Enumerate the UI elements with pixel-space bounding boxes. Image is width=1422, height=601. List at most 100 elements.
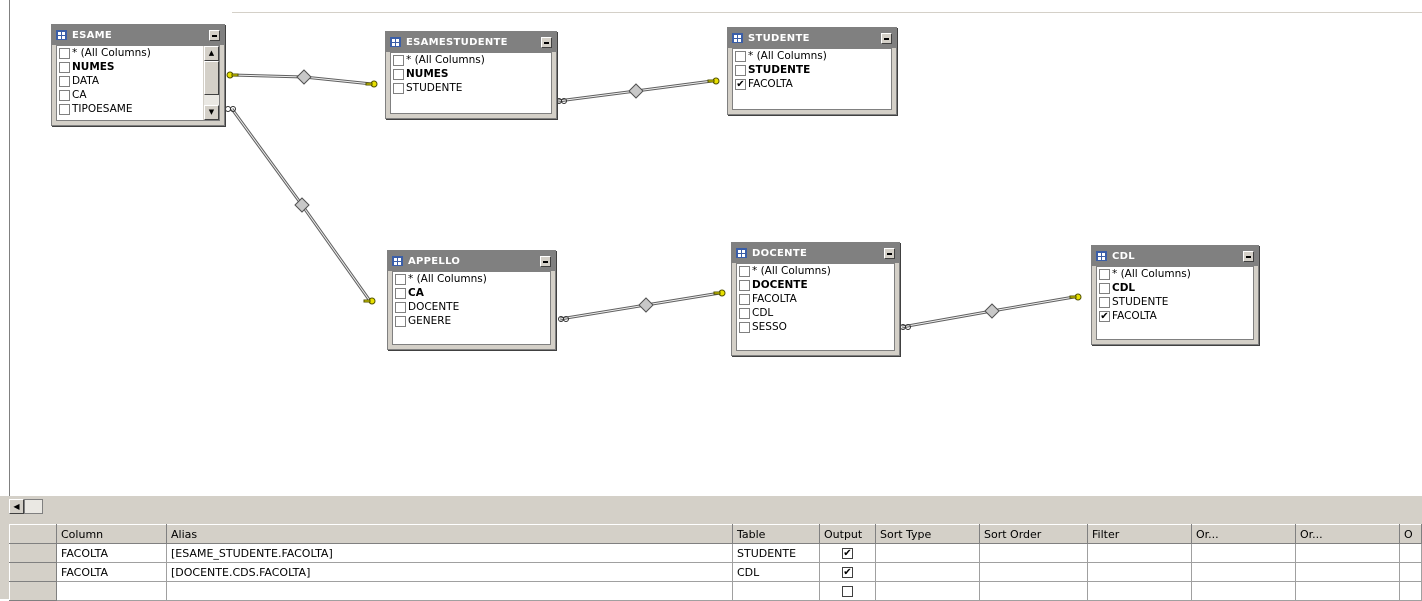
- cell-sort-type[interactable]: [875, 543, 980, 563]
- column-row[interactable]: CDL: [737, 306, 894, 320]
- column-row[interactable]: DOCENTE: [393, 300, 550, 314]
- cell-table[interactable]: CDL: [732, 562, 820, 582]
- column-row[interactable]: * (All Columns): [393, 272, 550, 286]
- cell-column[interactable]: FACOLTA: [56, 543, 167, 563]
- horizontal-scrollbar[interactable]: ◀: [9, 499, 43, 514]
- column-row[interactable]: ✔ FACOLTA: [1097, 309, 1253, 323]
- column-checkbox[interactable]: [393, 82, 404, 94]
- table-title-bar[interactable]: DOCENTE: [732, 243, 899, 263]
- column-list[interactable]: * (All Columns) STUDENTE ✔ FACOLTA: [732, 48, 892, 110]
- scroll-up-icon[interactable]: ▲: [204, 46, 219, 61]
- cell-or-3[interactable]: [1399, 543, 1422, 563]
- cell-table[interactable]: STUDENTE: [732, 543, 820, 563]
- column-row[interactable]: CDL: [1097, 281, 1253, 295]
- column-header-or-3[interactable]: O: [1399, 524, 1422, 544]
- column-row[interactable]: * (All Columns): [733, 49, 891, 63]
- column-checkbox[interactable]: [1099, 268, 1110, 280]
- column-header-output[interactable]: Output: [819, 524, 876, 544]
- cell-or-1[interactable]: [1191, 562, 1296, 582]
- table-cdl[interactable]: CDL * (All Columns) CDL STUDENTE ✔ FACOLTA: [1091, 245, 1259, 345]
- column-header-or-1[interactable]: Or...: [1191, 524, 1296, 544]
- table-title-bar[interactable]: APPELLO: [388, 251, 555, 271]
- cell-or-2[interactable]: [1295, 562, 1400, 582]
- column-row[interactable]: DOCENTE: [737, 278, 894, 292]
- column-row[interactable]: STUDENTE: [733, 63, 891, 77]
- cell-output[interactable]: [819, 581, 876, 601]
- cell-filter[interactable]: [1087, 562, 1192, 582]
- column-row[interactable]: SESSO: [737, 320, 894, 334]
- column-header-alias[interactable]: Alias: [166, 524, 733, 544]
- cell-alias[interactable]: [ESAME_STUDENTE.FACOLTA]: [166, 543, 733, 563]
- table-title-bar[interactable]: ESAME: [52, 25, 224, 45]
- table-appello[interactable]: APPELLO * (All Columns) CA DOCENTE GENERE: [387, 250, 556, 350]
- column-list[interactable]: * (All Columns) CDL STUDENTE ✔ FACOLTA: [1096, 266, 1254, 340]
- minimize-button[interactable]: [884, 247, 895, 259]
- row-selector[interactable]: [9, 581, 57, 601]
- table-studente[interactable]: STUDENTE * (All Columns) STUDENTE ✔ FACOLTA: [727, 27, 897, 115]
- column-checkbox[interactable]: [739, 321, 750, 333]
- cell-or-3[interactable]: [1399, 581, 1422, 601]
- scroll-down-icon[interactable]: ▼: [204, 105, 219, 120]
- output-checkbox[interactable]: ✔: [842, 548, 853, 559]
- column-checkbox[interactable]: [1099, 296, 1110, 308]
- column-checkbox[interactable]: [739, 307, 750, 319]
- cell-filter[interactable]: [1087, 581, 1192, 601]
- column-checkbox[interactable]: [59, 47, 70, 59]
- column-checkbox[interactable]: [59, 75, 70, 87]
- column-header-sort-type[interactable]: Sort Type: [875, 524, 980, 544]
- cell-table[interactable]: [732, 581, 820, 601]
- column-checkbox[interactable]: [735, 50, 746, 62]
- table-title-bar[interactable]: ESAMESTUDENTE: [386, 32, 556, 52]
- scroll-thumb[interactable]: [204, 61, 219, 95]
- table-docente[interactable]: DOCENTE * (All Columns) DOCENTE FACOLTA CDL…: [731, 242, 900, 356]
- grid-row[interactable]: FACOLTA [DOCENTE.CDS.FACOLTA] CDL ✔: [9, 562, 1422, 582]
- row-selector[interactable]: [9, 562, 57, 582]
- column-row[interactable]: GENERE: [393, 314, 550, 328]
- column-checkbox[interactable]: [395, 273, 406, 285]
- diagram-pane[interactable]: ESAME * (All Columns) NUMES DATA CA TIPOESAM…: [0, 0, 1422, 496]
- cell-column[interactable]: FACOLTA: [56, 562, 167, 582]
- column-row[interactable]: FACOLTA: [737, 292, 894, 306]
- column-checkbox[interactable]: [1099, 282, 1110, 294]
- scroll-left-icon[interactable]: ◀: [9, 499, 24, 514]
- column-row[interactable]: ✔ FACOLTA: [733, 77, 891, 91]
- column-row[interactable]: TIPOESAME: [57, 102, 219, 116]
- cell-sort-type[interactable]: [875, 581, 980, 601]
- column-checkbox[interactable]: [59, 61, 70, 73]
- cell-output[interactable]: ✔: [819, 562, 876, 582]
- cell-filter[interactable]: [1087, 543, 1192, 563]
- minimize-button[interactable]: [209, 29, 220, 41]
- minimize-button[interactable]: [541, 36, 552, 48]
- table-esame[interactable]: ESAME * (All Columns) NUMES DATA CA TIPOESAM…: [51, 24, 225, 126]
- column-row[interactable]: * (All Columns): [1097, 267, 1253, 281]
- output-checkbox[interactable]: ✔: [842, 567, 853, 578]
- row-selector[interactable]: [9, 543, 57, 563]
- column-checkbox[interactable]: [393, 54, 404, 66]
- column-checkbox[interactable]: [395, 287, 406, 299]
- cell-alias[interactable]: [166, 581, 733, 601]
- column-row[interactable]: DATA: [57, 74, 219, 88]
- column-checkbox[interactable]: [739, 279, 750, 291]
- column-header-or-2[interactable]: Or...: [1295, 524, 1400, 544]
- column-header-table[interactable]: Table: [732, 524, 820, 544]
- grid-row[interactable]: FACOLTA [ESAME_STUDENTE.FACOLTA] STUDENTE ✔: [9, 543, 1422, 563]
- column-list[interactable]: * (All Columns) NUMES STUDENTE: [390, 52, 552, 114]
- scroll-track[interactable]: [24, 499, 43, 514]
- column-row[interactable]: STUDENTE: [1097, 295, 1253, 309]
- column-checkbox[interactable]: [59, 103, 70, 115]
- column-checkbox[interactable]: [739, 265, 750, 277]
- column-checkbox[interactable]: [59, 89, 70, 101]
- cell-sort-order[interactable]: [979, 562, 1088, 582]
- table-title-bar[interactable]: CDL: [1092, 246, 1258, 266]
- column-row[interactable]: * (All Columns): [391, 53, 551, 67]
- column-row[interactable]: * (All Columns): [737, 264, 894, 278]
- column-header-sort-order[interactable]: Sort Order: [979, 524, 1088, 544]
- vertical-scrollbar[interactable]: ▲ ▼: [203, 46, 219, 120]
- cell-alias[interactable]: [DOCENTE.CDS.FACOLTA]: [166, 562, 733, 582]
- cell-output[interactable]: ✔: [819, 543, 876, 563]
- cell-sort-order[interactable]: [979, 581, 1088, 601]
- cell-or-2[interactable]: [1295, 543, 1400, 563]
- column-checkbox[interactable]: [395, 301, 406, 313]
- column-checkbox[interactable]: ✔: [735, 78, 746, 90]
- table-title-bar[interactable]: STUDENTE: [728, 28, 896, 48]
